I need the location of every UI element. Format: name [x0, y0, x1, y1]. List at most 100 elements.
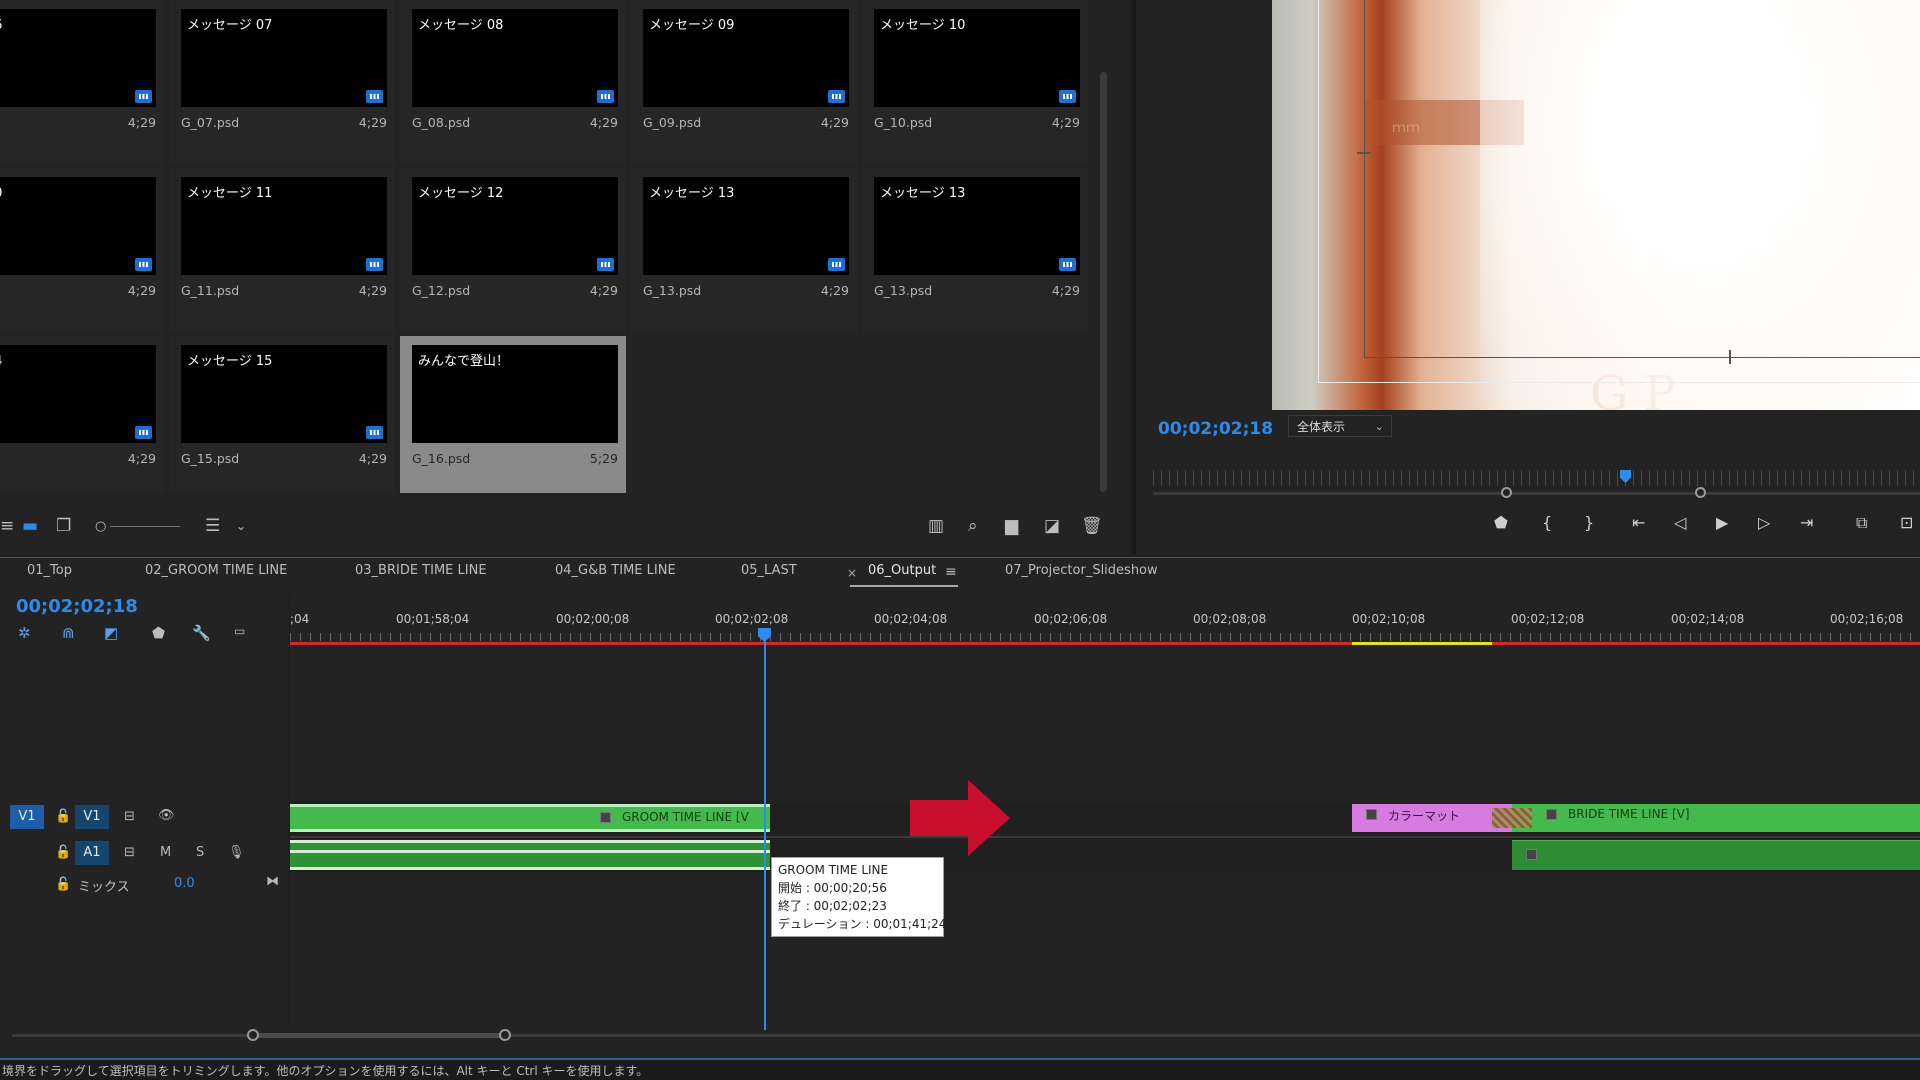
- program-zoom-handle-left[interactable]: [1501, 487, 1512, 498]
- tab-05-last[interactable]: 05_LAST: [741, 563, 797, 578]
- project-scrollbar[interactable]: [1100, 72, 1107, 492]
- panel-menu-icon[interactable]: ≡: [945, 564, 957, 580]
- thumbnail-item[interactable]: ージ 14sd4;29: [0, 336, 164, 493]
- chevron-down-icon[interactable]: ⌄: [236, 518, 246, 535]
- thumbnail-filename: G_08.psd: [412, 115, 471, 130]
- eye-icon[interactable]: 👁: [158, 808, 175, 823]
- bride-audio-clip[interactable]: [1512, 840, 1920, 870]
- thumbnail-item[interactable]: メッセージ 07 G_07.psd 4;29: [169, 0, 395, 166]
- thumbnail-item[interactable]: メッセージ 15 G_15.psd 4;29: [169, 336, 395, 493]
- groom-video-clip[interactable]: GROOM TIME LINE [V: [290, 804, 770, 832]
- tab-03-bride[interactable]: 03_BRIDE TIME LINE: [355, 563, 487, 578]
- thumbnail-item[interactable]: ージ 10sd4;29: [0, 168, 164, 334]
- lock-icon[interactable]: 🔓: [55, 845, 71, 860]
- captions-icon[interactable]: ▭: [234, 624, 245, 638]
- nest-icon[interactable]: ✲: [18, 624, 31, 642]
- color-matte-clip[interactable]: カラーマット: [1352, 804, 1512, 832]
- extract-icon[interactable]: ⊡: [1900, 514, 1913, 532]
- zoom-select[interactable]: 全体表示 ⌄: [1288, 415, 1392, 437]
- step-forward-icon[interactable]: ▷: [1758, 514, 1770, 532]
- thumbnail-item[interactable]: メッセージ 08 G_08.psd 4;29: [400, 0, 626, 166]
- program-timecode[interactable]: 00;02;02;18: [1158, 419, 1273, 439]
- thumbnail-filename: G_16.psd: [412, 451, 471, 466]
- trash-icon[interactable]: 🗑: [1081, 518, 1103, 535]
- thumbnail-item[interactable]: メッセージ 09 G_09.psd 4;29: [631, 0, 857, 166]
- fx-badge-icon: [600, 812, 611, 823]
- tooltip-duration: デュレーション : 00;01;41;24: [778, 917, 947, 931]
- icon-view-icon[interactable]: ▬: [22, 518, 38, 535]
- ruler-label: 00;02;08;08: [1193, 612, 1267, 626]
- snap-icon[interactable]: ⋒: [62, 624, 75, 642]
- thumbnail-preview: メッセージ 07: [181, 9, 387, 107]
- program-mini-ruler[interactable]: [1153, 470, 1920, 486]
- v1-source-patch[interactable]: V1: [10, 805, 44, 829]
- go-to-in-icon[interactable]: ⇤: [1632, 514, 1645, 532]
- tab-01-top[interactable]: 01_Top: [27, 563, 72, 578]
- add-marker-icon[interactable]: ⬟: [1494, 514, 1508, 532]
- thumbnail-item[interactable]: メッセージ 11 G_11.psd 4;29: [169, 168, 395, 334]
- thumbnail-item[interactable]: メッセージ 10 G_10.psd 4;29: [862, 0, 1088, 166]
- thumbnail-item[interactable]: みんなで登山！ G_16.psd 5;29: [400, 336, 626, 493]
- ruler-ticks: [290, 633, 1920, 641]
- sequence-timecode[interactable]: 00;02;02;18: [16, 596, 138, 617]
- render-bar-yellow: [1352, 642, 1492, 645]
- thumbnail-duration: 4;29: [127, 115, 156, 130]
- thumbnail-duration: 4;29: [358, 451, 387, 466]
- tab-02-groom[interactable]: 02_GROOM TIME LINE: [145, 563, 287, 578]
- timeline-zoom-handle-left[interactable]: [247, 1029, 259, 1041]
- zoom-slider-handle[interactable]: ○: [95, 518, 106, 535]
- new-bin-icon[interactable]: ▆: [1005, 518, 1018, 535]
- tooltip-title: GROOM TIME LINE: [778, 863, 889, 877]
- thumbnail-item[interactable]: メッセージ 12 G_12.psd 4;29: [400, 168, 626, 334]
- mark-out-icon[interactable]: }: [1584, 514, 1594, 532]
- ruler-label: 00;02;10;08: [1352, 612, 1426, 626]
- v1-track-target[interactable]: V1: [75, 805, 109, 829]
- wrench-icon[interactable]: 🔧: [192, 624, 211, 642]
- program-zoom-handle-right[interactable]: [1695, 487, 1706, 498]
- solo-button[interactable]: S: [196, 845, 204, 860]
- groom-audio-clip[interactable]: [290, 840, 770, 870]
- search-icon[interactable]: ⌕: [968, 518, 978, 535]
- lock-icon[interactable]: 🔓: [55, 877, 71, 892]
- go-to-end-icon[interactable]: ⧓: [266, 874, 279, 889]
- clip-tooltip: GROOM TIME LINE 開始 : 00;00;20;56 終了 : 00…: [771, 857, 947, 937]
- thumbnail-duration: 5;29: [589, 451, 618, 466]
- ruler-label: 00;01;58;04: [396, 612, 470, 626]
- thumbnail-item[interactable]: メッセージ 13 G_13.psd 4;29: [631, 168, 857, 334]
- mark-in-icon[interactable]: {: [1542, 514, 1552, 532]
- close-icon[interactable]: ×: [847, 566, 857, 580]
- sync-lock-icon[interactable]: ⊟: [124, 845, 135, 860]
- lift-icon[interactable]: ⧉: [1856, 514, 1867, 532]
- program-zoom-bar[interactable]: [1153, 492, 1920, 495]
- sort-icon[interactable]: ☰: [205, 518, 220, 535]
- new-item-icon[interactable]: ◪: [1044, 518, 1060, 535]
- sync-lock-icon[interactable]: ⊟: [124, 809, 135, 824]
- thumbnail-item[interactable]: ージ 06sd4;29: [0, 0, 164, 166]
- list-view-icon[interactable]: ≡: [0, 518, 14, 535]
- automate-to-sequence-icon[interactable]: ▥: [928, 518, 944, 535]
- play-icon[interactable]: ▶: [1716, 514, 1728, 532]
- timeline-zoom-handle-right[interactable]: [499, 1029, 511, 1041]
- timeline-scroll-thumb[interactable]: [252, 1033, 505, 1038]
- thumbnail-duration: 4;29: [820, 115, 849, 130]
- freeform-view-icon[interactable]: ❐: [56, 518, 71, 535]
- red-arrow-annotation: [910, 780, 1010, 856]
- tab-07-projector[interactable]: 07_Projector_Slideshow: [1005, 563, 1158, 578]
- transition-effect[interactable]: [1492, 808, 1532, 828]
- mute-button[interactable]: M: [160, 845, 171, 860]
- bride-video-clip[interactable]: BRIDE TIME LINE [V]: [1512, 804, 1920, 832]
- track-divider: [290, 836, 1920, 838]
- step-back-icon[interactable]: ◁: [1674, 514, 1686, 532]
- zoom-slider-track[interactable]: [110, 526, 180, 527]
- thumbnail-preview: メッセージ 12: [412, 177, 618, 275]
- linked-selection-icon[interactable]: ◩: [104, 624, 118, 642]
- mix-volume-value[interactable]: 0.0: [174, 876, 195, 891]
- a1-track-target[interactable]: A1: [75, 841, 109, 865]
- tab-06-output[interactable]: 06_Output: [868, 563, 936, 578]
- add-marker-icon[interactable]: ⬟: [152, 624, 165, 642]
- thumbnail-item[interactable]: メッセージ 13 G_13.psd 4;29: [862, 168, 1088, 334]
- lock-icon[interactable]: 🔓: [55, 809, 71, 824]
- tab-04-gb[interactable]: 04_G&B TIME LINE: [555, 563, 676, 578]
- microphone-icon[interactable]: 🎙: [228, 845, 245, 860]
- go-to-out-icon[interactable]: ⇥: [1800, 514, 1813, 532]
